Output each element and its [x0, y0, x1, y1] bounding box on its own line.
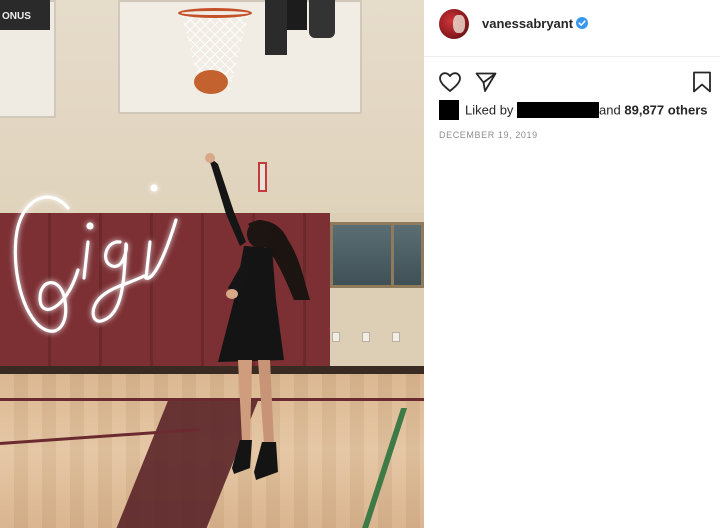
username-link[interactable]: vanessabryant	[482, 16, 573, 31]
redacted-username	[517, 102, 600, 118]
gigi-overlay	[13, 184, 178, 333]
likes-summary[interactable]: Liked by and 89,877 others	[439, 100, 707, 122]
wall-outlet	[392, 332, 400, 342]
post-photo[interactable]: ONUS	[0, 0, 424, 528]
camera-mount	[265, 0, 335, 55]
post-side-panel: vanessabryant Liked by and 89,877 others…	[424, 0, 720, 528]
heart-icon[interactable]	[438, 70, 462, 94]
scoreboard-text: ONUS	[2, 11, 31, 22]
post-date[interactable]: DECEMBER 19, 2019	[439, 130, 538, 140]
basketball-rim	[178, 8, 252, 18]
liked-by-and: and	[599, 102, 621, 118]
verified-badge-icon	[576, 17, 588, 29]
scoreboard: ONUS	[0, 0, 50, 30]
gym-window	[330, 222, 424, 288]
avatar[interactable]	[439, 9, 469, 39]
player-figure	[205, 153, 310, 480]
liked-by-label: Liked by	[465, 102, 514, 118]
wall-outlet	[362, 332, 370, 342]
redacted-avatar	[439, 100, 459, 120]
post-header: vanessabryant	[424, 0, 720, 57]
bookmark-icon[interactable]	[690, 70, 714, 94]
action-bar	[424, 70, 720, 96]
basketball	[194, 70, 228, 94]
paper-plane-icon[interactable]	[474, 70, 498, 94]
wall-outlet	[332, 332, 340, 342]
likes-count[interactable]: 89,877 others	[624, 103, 707, 118]
